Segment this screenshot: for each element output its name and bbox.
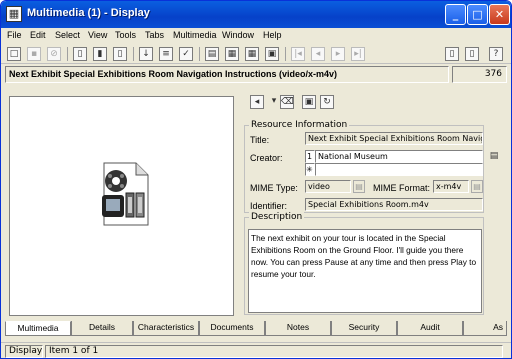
status-bar: Display Item 1 of 1 xyxy=(1,342,511,358)
delete-record-icon[interactable]: ▮ xyxy=(93,47,107,61)
status-item: Item 1 of 1 xyxy=(45,345,503,358)
title-bar[interactable]: ▦ Multimedia (1) - Display _ □ ✕ xyxy=(1,1,511,28)
menu-multimedia[interactable]: Multimedia xyxy=(173,30,217,40)
mime-format-field[interactable]: x-m4v xyxy=(433,180,469,193)
new-record-icon[interactable]: ▯ xyxy=(73,47,87,61)
mime-type-lookup-icon[interactable]: ▤ xyxy=(353,180,365,193)
mime-format-lookup-icon[interactable]: ▤ xyxy=(471,180,483,193)
menu-select[interactable]: Select xyxy=(55,30,80,40)
menu-window[interactable]: Window xyxy=(222,30,254,40)
creator-field[interactable]: National Museum xyxy=(315,150,483,163)
tab-notes[interactable]: Notes xyxy=(265,321,331,336)
sort-icon[interactable]: ↓ xyxy=(139,47,153,61)
creator-new-field[interactable] xyxy=(315,163,483,176)
dropdown-arrow-icon[interactable]: ▾ xyxy=(267,95,281,109)
refresh-icon[interactable]: ↻ xyxy=(320,95,334,109)
export-icon[interactable]: ▯ xyxy=(445,47,459,61)
list-view-icon[interactable]: ▦ xyxy=(225,47,239,61)
next-record-icon[interactable]: ▸ xyxy=(331,47,345,61)
mime-format-label: MIME Format: xyxy=(373,183,431,193)
tab-overflow[interactable]: As xyxy=(463,321,507,336)
new-row-marker: ✳ xyxy=(305,163,315,176)
tab-security[interactable]: Security xyxy=(331,321,397,336)
creator-label: Creator: xyxy=(250,153,283,163)
menu-help[interactable]: Help xyxy=(263,30,282,40)
multimedia-file-icon xyxy=(102,162,149,226)
cancel-icon[interactable]: ⊘ xyxy=(47,47,61,61)
report-icon[interactable]: ▯ xyxy=(465,47,479,61)
identifier-field[interactable]: Special Exhibitions Room.m4v xyxy=(305,198,483,211)
mime-type-field[interactable]: video xyxy=(305,180,351,193)
close-button[interactable]: ✕ xyxy=(489,4,510,25)
window-title: Multimedia (1) - Display xyxy=(27,7,150,19)
save-icon[interactable]: ▪ xyxy=(27,47,41,61)
resource-info-legend: Resource Information xyxy=(249,120,350,130)
description-textarea[interactable]: The next exhibit on your tour is located… xyxy=(248,229,482,313)
resource-info-group: Resource Information Title: Next Exhibit… xyxy=(244,120,498,213)
tab-strip: Multimedia Details Characteristics Docum… xyxy=(5,321,507,337)
media-preview[interactable] xyxy=(9,96,234,316)
description-legend: Description xyxy=(249,212,305,222)
minimize-button[interactable]: _ xyxy=(445,4,466,25)
creator-index: 1 xyxy=(305,150,315,163)
main-toolbar: □ ▪ ⊘ ▯ ▮ ▯ ↓ ≡ ✓ ▤ ▦ ▦ ▣ |◂ ◂ ▸ ▸| ▯ ▯ … xyxy=(1,45,511,64)
spellcheck-icon[interactable]: ✓ xyxy=(179,47,193,61)
menu-tabs[interactable]: Tabs xyxy=(145,30,164,40)
menu-file[interactable]: File xyxy=(7,30,22,40)
menu-tools[interactable]: Tools xyxy=(115,30,136,40)
tab-documents[interactable]: Documents xyxy=(199,321,265,336)
menu-view[interactable]: View xyxy=(88,30,107,40)
help-icon[interactable]: ? xyxy=(489,47,503,61)
record-title-bar: Next Exhibit Special Exhibitions Room Na… xyxy=(5,66,449,83)
tab-characteristics[interactable]: Characteristics xyxy=(133,321,199,336)
maximize-button[interactable]: □ xyxy=(467,4,488,25)
menu-bar: File Edit Select View Tools Tabs Multime… xyxy=(1,28,511,45)
import-icon[interactable]: ◂ xyxy=(250,95,264,109)
prev-record-icon[interactable]: ◂ xyxy=(311,47,325,61)
page-view-icon[interactable]: ▤ xyxy=(205,47,219,61)
title-label: Title: xyxy=(250,135,270,145)
record-number: 376 xyxy=(452,66,507,83)
copy-record-icon[interactable]: ▯ xyxy=(113,47,127,61)
last-record-icon[interactable]: ▸| xyxy=(351,47,365,61)
detail-view-icon[interactable]: ▣ xyxy=(265,47,279,61)
tab-audit[interactable]: Audit xyxy=(397,321,463,336)
erase-icon[interactable]: ⌫ xyxy=(280,95,294,109)
record-title: Next Exhibit Special Exhibitions Room Na… xyxy=(9,69,338,79)
creator-lookup-icon[interactable]: ▤ xyxy=(487,150,501,164)
title-field[interactable]: Next Exhibit Special Exhibitions Room Na… xyxy=(305,132,483,145)
application-window: ▦ Multimedia (1) - Display _ □ ✕ File Ed… xyxy=(0,0,512,359)
tab-details[interactable]: Details xyxy=(71,321,133,336)
identifier-label: Identifier: xyxy=(250,201,288,211)
tab-multimedia[interactable]: Multimedia xyxy=(5,321,71,336)
properties-icon[interactable]: ▣ xyxy=(302,95,316,109)
first-record-icon[interactable]: |◂ xyxy=(291,47,305,61)
status-mode: Display xyxy=(5,345,43,358)
list-icon[interactable]: ≡ xyxy=(159,47,173,61)
app-icon: ▦ xyxy=(6,6,22,22)
menu-edit[interactable]: Edit xyxy=(30,30,46,40)
grid-view-icon[interactable]: ▦ xyxy=(245,47,259,61)
description-group: Description The next exhibit on your tou… xyxy=(244,212,484,315)
new-icon[interactable]: □ xyxy=(7,47,21,61)
mime-type-label: MIME Type: xyxy=(250,183,298,193)
